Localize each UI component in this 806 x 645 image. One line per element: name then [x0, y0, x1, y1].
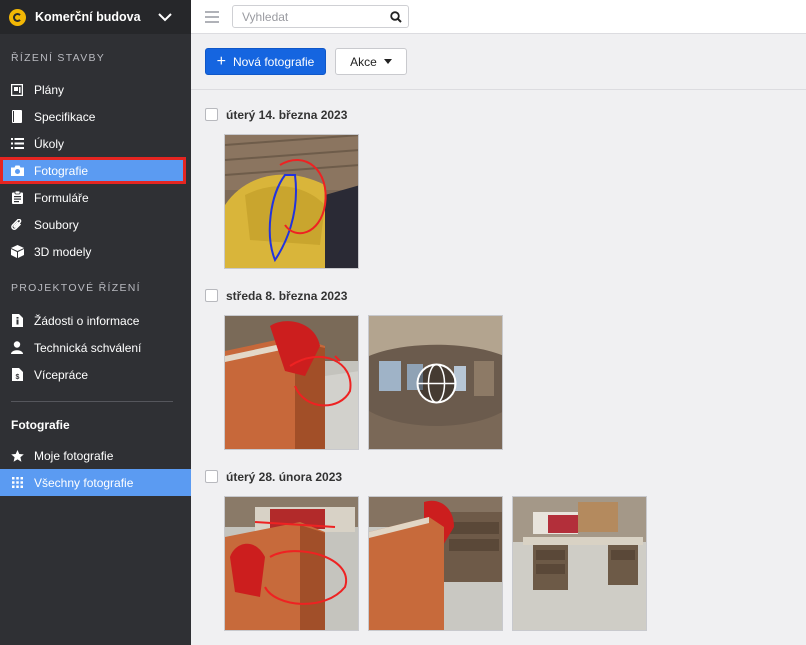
plus-icon: +	[216, 52, 226, 70]
user-icon	[10, 341, 24, 355]
sidebar-item-rfi[interactable]: Žádosti o informace	[0, 307, 191, 334]
menu-icon[interactable]	[205, 11, 219, 23]
top-bar	[191, 0, 806, 34]
info-document-icon	[10, 314, 24, 328]
sidebar-item-tasks[interactable]: Úkoly	[0, 130, 191, 157]
date-heading: úterý 14. března 2023	[226, 108, 348, 122]
grid-icon	[10, 476, 24, 490]
photo-thumbnail[interactable]	[224, 134, 359, 269]
sidebar-item-label: 3D modely	[34, 244, 92, 259]
search-box	[232, 5, 409, 28]
sidebar-item-label: Technická schválení	[34, 340, 142, 355]
section-title-construction: ŘÍZENÍ STAVBY	[11, 52, 106, 64]
group-checkbox[interactable]	[205, 470, 218, 483]
photo-thumbnail[interactable]	[224, 496, 359, 631]
search-icon[interactable]	[384, 10, 408, 23]
sidebar-item-specification[interactable]: Specifikace	[0, 103, 191, 130]
new-photo-button[interactable]: + Nová fotografie	[205, 48, 326, 75]
dollar-document-icon: $	[10, 368, 24, 382]
date-heading: úterý 28. února 2023	[226, 470, 343, 484]
sidebar-item-label: Plány	[34, 82, 65, 97]
sidebar: Komerční budova ŘÍZENÍ STAVBY Plány Spec…	[0, 0, 191, 645]
group-checkbox[interactable]	[205, 108, 218, 121]
sidebar-item-label: Soubory	[34, 217, 79, 232]
photo-360-thumbnail[interactable]	[368, 315, 503, 450]
content-divider	[191, 89, 806, 90]
plans-icon	[10, 83, 24, 97]
paperclip-icon	[10, 218, 24, 232]
photos-group-title: Fotografie	[11, 418, 70, 432]
sidebar-item-label: Fotografie	[34, 163, 89, 178]
new-photo-label: Nová fotografie	[232, 54, 315, 69]
tasks-icon	[10, 137, 24, 151]
sidebar-item-files[interactable]: Soubory	[0, 211, 191, 238]
project-name: Komerční budova	[35, 10, 141, 24]
project-selector[interactable]: Komerční budova	[0, 0, 191, 34]
photo-thumbnail[interactable]	[224, 315, 359, 450]
sidebar-item-extra-work[interactable]: $ Vícepráce	[0, 361, 191, 388]
sidebar-item-plans[interactable]: Plány	[0, 76, 191, 103]
sidebar-item-label: Všechny fotografie	[34, 475, 134, 490]
sidebar-divider	[11, 401, 173, 402]
sidebar-item-all-photos[interactable]: Všechny fotografie	[0, 469, 191, 496]
cube-icon	[10, 245, 24, 259]
sidebar-item-label: Úkoly	[34, 136, 65, 151]
actions-label: Akce	[350, 54, 377, 69]
search-input[interactable]	[233, 9, 384, 24]
section-title-project: PROJEKTOVÉ ŘÍZENÍ	[11, 282, 141, 294]
sidebar-item-label: Vícepráce	[34, 367, 89, 382]
photo-thumbnail[interactable]	[512, 496, 647, 631]
caret-down-icon	[383, 59, 392, 64]
date-heading: středa 8. března 2023	[226, 289, 348, 303]
camera-icon	[10, 164, 24, 178]
sidebar-item-label: Formuláře	[34, 190, 89, 205]
sidebar-item-label: Moje fotografie	[34, 448, 114, 463]
actions-dropdown-button[interactable]: Akce	[335, 48, 407, 75]
svg-text:$: $	[15, 374, 19, 381]
photo-thumbnail[interactable]	[368, 496, 503, 631]
chevron-down-icon[interactable]	[149, 12, 181, 22]
sidebar-item-photos[interactable]: Fotografie	[0, 157, 186, 184]
star-icon	[10, 449, 24, 463]
sidebar-item-forms[interactable]: Formuláře	[0, 184, 191, 211]
specification-icon	[10, 110, 24, 124]
company-logo-icon	[9, 8, 26, 26]
sidebar-item-3d-models[interactable]: 3D modely	[0, 238, 191, 265]
sidebar-item-label: Specifikace	[34, 109, 96, 124]
clipboard-icon	[10, 191, 24, 205]
sidebar-item-approvals[interactable]: Technická schválení	[0, 334, 191, 361]
group-checkbox[interactable]	[205, 289, 218, 302]
sidebar-item-label: Žádosti o informace	[34, 313, 140, 328]
sidebar-item-my-photos[interactable]: Moje fotografie	[0, 442, 191, 469]
